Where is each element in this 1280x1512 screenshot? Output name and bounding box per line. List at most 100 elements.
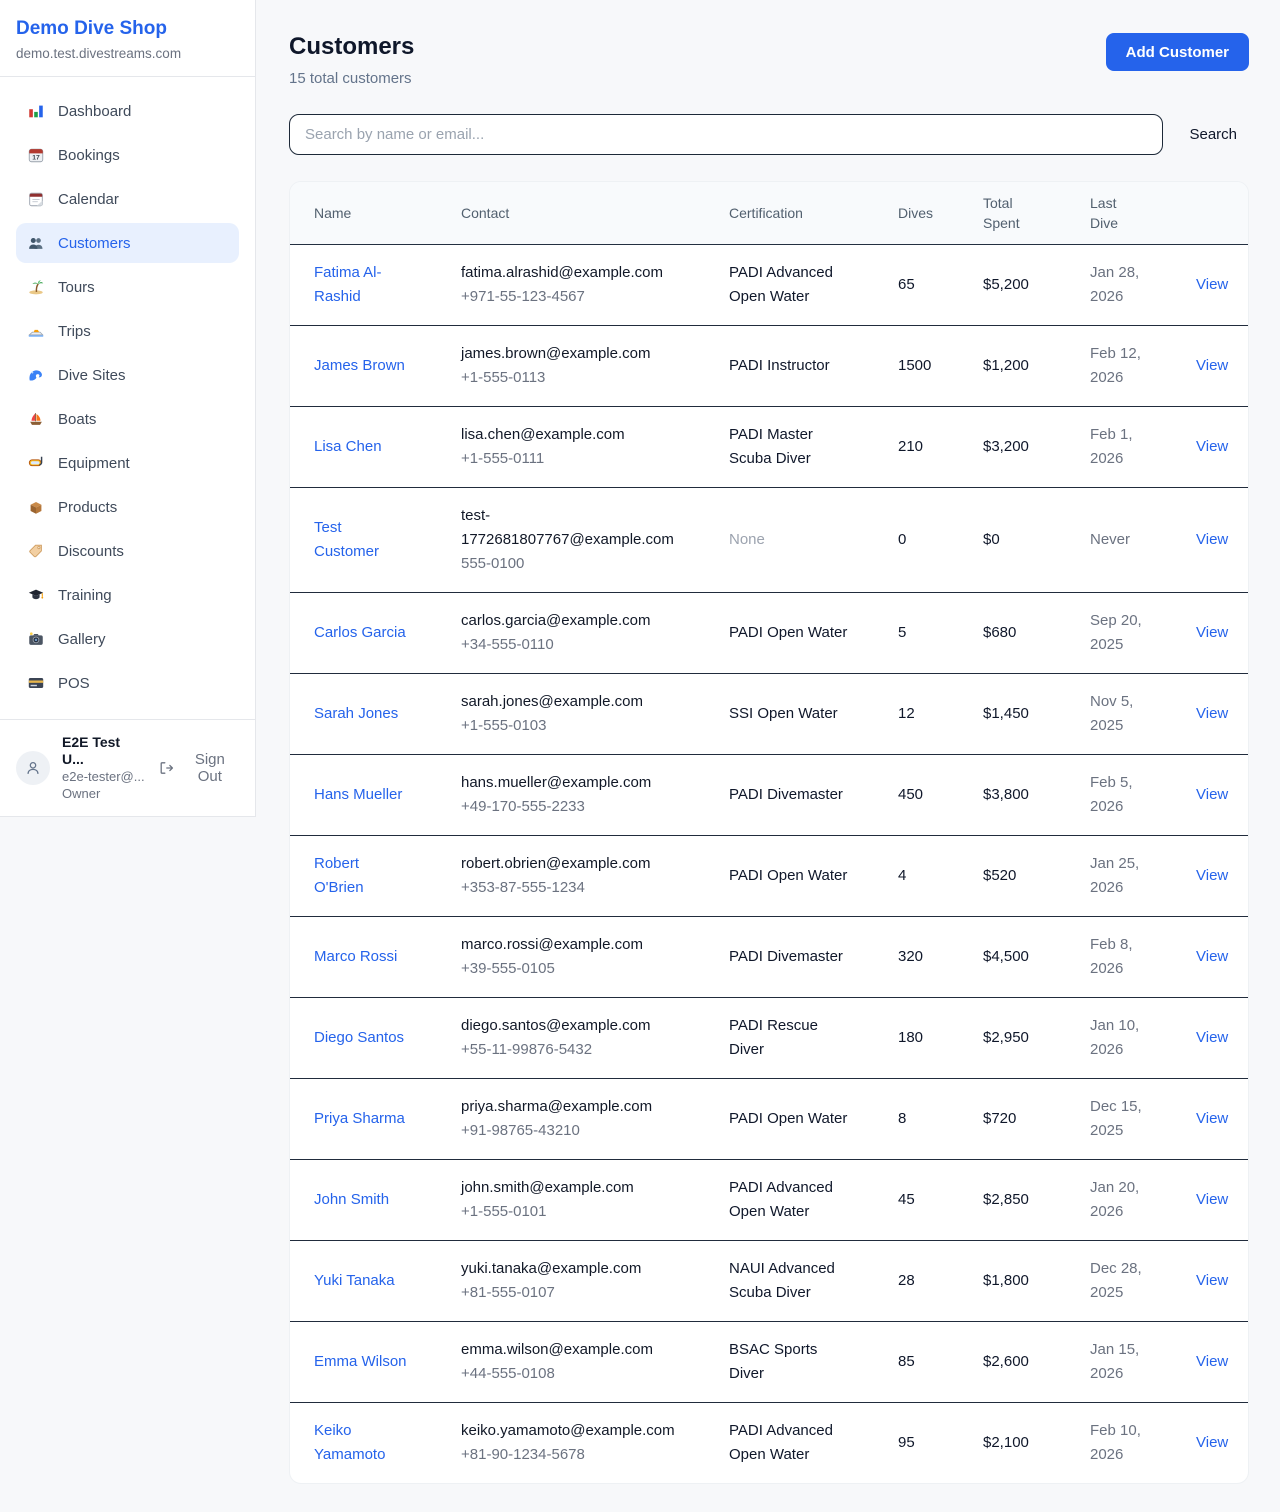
customer-name-link[interactable]: James Brown — [314, 354, 405, 378]
cell-action: View — [1180, 487, 1249, 592]
cell-action: View — [1180, 997, 1249, 1078]
cell-name: Keiko Yamamoto — [290, 1402, 445, 1483]
customer-name-link[interactable]: Sarah Jones — [314, 702, 398, 726]
sidebar-item-boats[interactable]: Boats — [16, 399, 239, 439]
sidebar-item-tours[interactable]: Tours — [16, 267, 239, 307]
cell-name: Marco Rossi — [290, 916, 445, 997]
view-link[interactable]: View — [1196, 1353, 1228, 1370]
shop-name: Demo Dive Shop — [16, 18, 239, 40]
cell-total-spent: $1,800 — [967, 1240, 1074, 1321]
calendar-icon — [27, 190, 45, 208]
cell-contact: robert.obrien@example.com +353-87-555-12… — [445, 835, 713, 916]
cell-certification: None — [713, 487, 882, 592]
view-link[interactable]: View — [1196, 1110, 1228, 1127]
view-link[interactable]: View — [1196, 276, 1228, 293]
sidebar-item-gallery[interactable]: Gallery — [16, 619, 239, 659]
view-link[interactable]: View — [1196, 1029, 1228, 1046]
cell-certification: PADI Advanced Open Water — [713, 244, 882, 325]
view-link[interactable]: View — [1196, 705, 1228, 722]
sidebar-item-discounts[interactable]: Discounts — [16, 531, 239, 571]
cell-total-spent: $2,850 — [967, 1159, 1074, 1240]
cell-dives: 0 — [882, 487, 967, 592]
cell-last-dive: Jan 15, 2026 — [1074, 1321, 1180, 1402]
view-link[interactable]: View — [1196, 438, 1228, 455]
view-link[interactable]: View — [1196, 1272, 1228, 1289]
view-link[interactable]: View — [1196, 531, 1228, 548]
customer-name-link[interactable]: Robert O'Brien — [314, 852, 408, 900]
search-button[interactable]: Search — [1177, 126, 1249, 143]
customer-name-link[interactable]: John Smith — [314, 1188, 389, 1212]
sidebar-item-bookings[interactable]: 17 Bookings — [16, 135, 239, 175]
view-link[interactable]: View — [1196, 948, 1228, 965]
table-row: Hans Mueller hans.mueller@example.com +4… — [290, 754, 1249, 835]
customer-name-link[interactable]: Emma Wilson — [314, 1350, 407, 1374]
sidebar-item-trips[interactable]: Trips — [16, 311, 239, 351]
customer-name-link[interactable]: Lisa Chen — [314, 435, 382, 459]
cell-action: View — [1180, 754, 1249, 835]
sidebar-item-label: Boats — [58, 411, 96, 428]
customer-email: john.smith@example.com — [461, 1176, 689, 1200]
cell-last-dive: Jan 25, 2026 — [1074, 835, 1180, 916]
view-link[interactable]: View — [1196, 867, 1228, 884]
trips-boat-icon — [27, 322, 45, 340]
cell-contact: emma.wilson@example.com +44-555-0108 — [445, 1321, 713, 1402]
customer-name-link[interactable]: Diego Santos — [314, 1026, 404, 1050]
dashboard-icon — [27, 102, 45, 120]
customer-name-link[interactable]: Hans Mueller — [314, 783, 402, 807]
cell-contact: fatima.alrashid@example.com +971-55-123-… — [445, 244, 713, 325]
view-link[interactable]: View — [1196, 786, 1228, 803]
gallery-camera-icon — [27, 630, 45, 648]
cell-certification: PADI Open Water — [713, 835, 882, 916]
cell-last-dive: Nov 5, 2025 — [1074, 673, 1180, 754]
customer-last-dive: Dec 15, 2025 — [1090, 1095, 1150, 1143]
view-link[interactable]: View — [1196, 624, 1228, 641]
view-link[interactable]: View — [1196, 1191, 1228, 1208]
sidebar-item-training[interactable]: Training — [16, 575, 239, 615]
sidebar-item-dashboard[interactable]: Dashboard — [16, 91, 239, 131]
customer-email: priya.sharma@example.com — [461, 1095, 689, 1119]
cell-total-spent: $1,200 — [967, 325, 1074, 406]
cell-action: View — [1180, 1159, 1249, 1240]
cell-name: Robert O'Brien — [290, 835, 445, 916]
cell-dives: 65 — [882, 244, 967, 325]
sidebar-item-pos[interactable]: POS — [16, 663, 239, 703]
customer-name-link[interactable]: Carlos Garcia — [314, 621, 406, 645]
dive-sites-wave-icon — [27, 366, 45, 384]
column-header-label: Last Dive — [1090, 193, 1134, 233]
sidebar-item-calendar[interactable]: Calendar — [16, 179, 239, 219]
sidebar: Demo Dive Shop demo.test.divestreams.com… — [0, 0, 256, 817]
cell-name: Lisa Chen — [290, 406, 445, 487]
view-link[interactable]: View — [1196, 357, 1228, 374]
cell-action: View — [1180, 244, 1249, 325]
cell-certification: PADI Open Water — [713, 1078, 882, 1159]
cell-dives: 180 — [882, 997, 967, 1078]
column-header-actions — [1180, 182, 1249, 244]
cell-last-dive: Dec 15, 2025 — [1074, 1078, 1180, 1159]
customer-name-link[interactable]: Yuki Tanaka — [314, 1269, 395, 1293]
cell-last-dive: Feb 8, 2026 — [1074, 916, 1180, 997]
customer-name-link[interactable]: Test Customer — [314, 516, 408, 564]
sidebar-item-products[interactable]: Products — [16, 487, 239, 527]
customer-email: sarah.jones@example.com — [461, 690, 689, 714]
sidebar-item-customers[interactable]: Customers — [16, 223, 239, 263]
sidebar-item-equipment[interactable]: Equipment — [16, 443, 239, 483]
customer-name-link[interactable]: Fatima Al-Rashid — [314, 261, 408, 309]
cell-contact: lisa.chen@example.com +1-555-0111 — [445, 406, 713, 487]
customer-email: james.brown@example.com — [461, 342, 689, 366]
cell-total-spent: $5,200 — [967, 244, 1074, 325]
sidebar-item-dive-sites[interactable]: Dive Sites — [16, 355, 239, 395]
customer-name-link[interactable]: Priya Sharma — [314, 1107, 405, 1131]
customer-name-link[interactable]: Marco Rossi — [314, 945, 397, 969]
search-input[interactable] — [289, 114, 1163, 155]
column-header-name: Name — [290, 182, 445, 244]
cell-dives: 8 — [882, 1078, 967, 1159]
table-row: Sarah Jones sarah.jones@example.com +1-5… — [290, 673, 1249, 754]
customer-last-dive: Feb 10, 2026 — [1090, 1419, 1150, 1467]
customer-name-link[interactable]: Keiko Yamamoto — [314, 1419, 408, 1467]
view-link[interactable]: View — [1196, 1434, 1228, 1451]
page-header: Customers 15 total customers Add Custome… — [289, 33, 1249, 87]
cell-certification: PADI Advanced Open Water — [713, 1159, 882, 1240]
discounts-tag-icon — [27, 542, 45, 560]
add-customer-button[interactable]: Add Customer — [1106, 33, 1249, 71]
sign-out-button[interactable]: Sign Out — [158, 751, 239, 785]
